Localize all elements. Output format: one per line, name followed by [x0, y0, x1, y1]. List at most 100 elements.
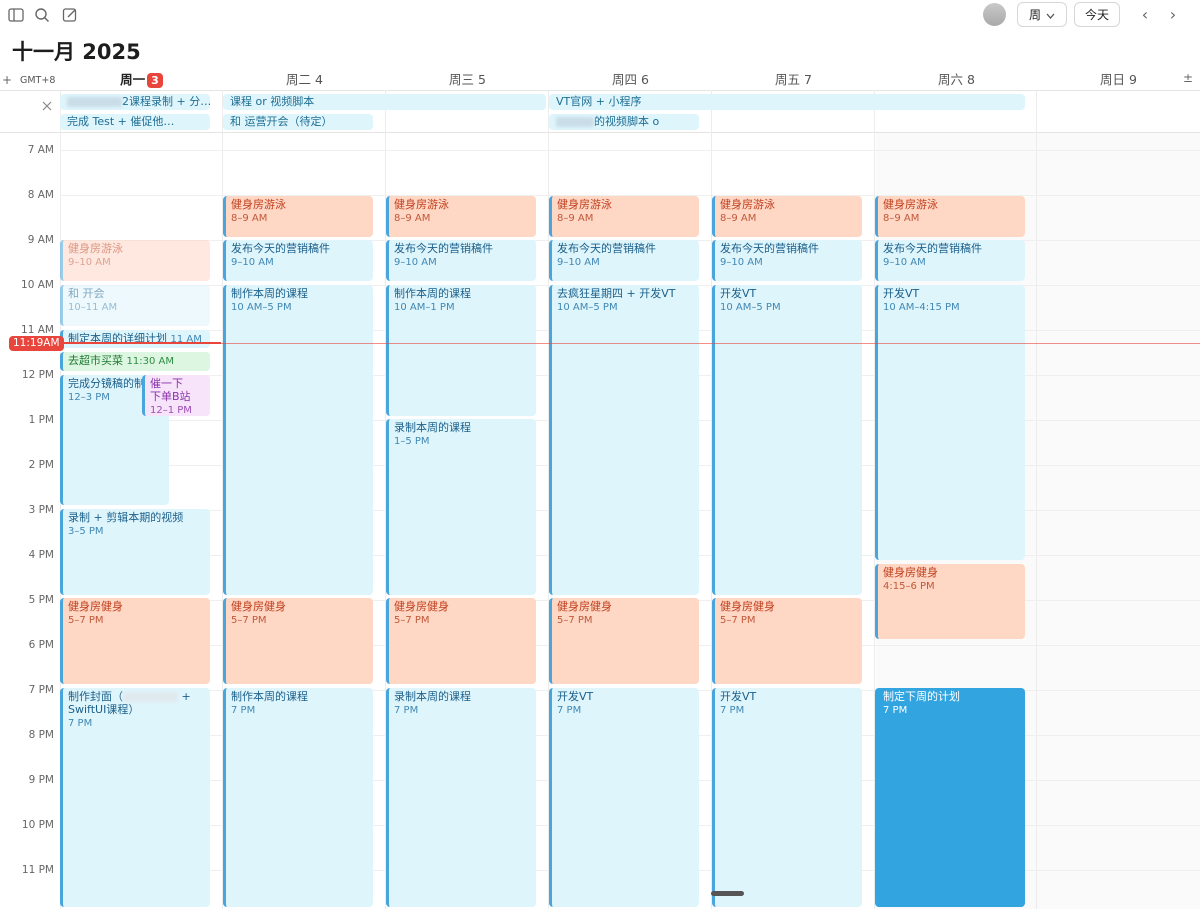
day-num: 5: [478, 72, 486, 87]
today-button[interactable]: 今天: [1074, 2, 1120, 27]
event-block[interactable]: 去疯狂星期四 + 开发VT 10 AM–5 PM: [549, 285, 699, 595]
event-time: 10–11 AM: [68, 302, 118, 313]
event-title: 制作本周的课程: [231, 690, 308, 703]
event-block[interactable]: 制定本周的详细计划 11 AM: [60, 330, 210, 348]
event-block[interactable]: 制作本周的课程 10 AM–5 PM: [223, 285, 373, 595]
allday-event[interactable]: 和 运营开会（待定）: [223, 114, 373, 130]
page-title: 十一月 2025: [12, 40, 141, 64]
allday-event[interactable]: 课程 or 视频脚本: [223, 94, 546, 110]
allday-event-title: 的视频脚本 o: [594, 115, 660, 128]
event-time: 5–7 PM: [720, 615, 756, 626]
event-title-line2: 下单B站: [150, 390, 191, 403]
allday-event[interactable]: 2课程录制 + 分…: [60, 94, 210, 110]
day-label: 周二: [286, 72, 312, 87]
event-title: 发布今天的营销稿件: [883, 242, 982, 255]
event-block[interactable]: 发布今天的营销稿件 9–10 AM: [875, 240, 1025, 281]
search-icon[interactable]: [33, 6, 51, 24]
event-title: 制定下周的计划: [883, 690, 960, 703]
current-time-line: [56, 343, 1200, 344]
event-time: 9–10 AM: [883, 257, 926, 268]
event-block[interactable]: 和 开会 10–11 AM: [60, 285, 210, 326]
view-selector[interactable]: 周: [1017, 2, 1067, 27]
event-block[interactable]: 健身房健身 5–7 PM: [712, 598, 862, 684]
event-block[interactable]: 健身房健身 5–7 PM: [223, 598, 373, 684]
event-block[interactable]: 发布今天的营销稿件 9–10 AM: [712, 240, 862, 281]
hour-label: 10 PM: [21, 819, 54, 831]
event-block[interactable]: 健身房游泳 8–9 AM: [549, 196, 699, 237]
chevron-right-icon[interactable]: ›: [1164, 5, 1182, 24]
event-block[interactable]: 健身房健身 4:15–6 PM: [875, 564, 1025, 639]
avatar[interactable]: [983, 3, 1006, 26]
event-block[interactable]: 录制本周的课程 1–5 PM: [386, 419, 536, 595]
scroll-handle[interactable]: [711, 891, 744, 896]
day-header-sun[interactable]: 周日 9: [1037, 69, 1200, 88]
day-num: 8: [967, 72, 975, 87]
hour-label: 4 PM: [28, 549, 54, 561]
event-block-selected[interactable]: 制定下周的计划 7 PM: [875, 688, 1025, 907]
event-time: 1–5 PM: [394, 436, 430, 447]
event-block[interactable]: 健身房健身 5–7 PM: [549, 598, 699, 684]
day-header-fri[interactable]: 周五 7: [712, 69, 875, 88]
event-block[interactable]: 健身房游泳 8–9 AM: [712, 196, 862, 237]
day-header-tue[interactable]: 周二 4: [223, 69, 386, 88]
day-num: 4: [315, 72, 323, 87]
sidebar-icon[interactable]: [7, 6, 25, 24]
add-timezone-button[interactable]: +: [2, 73, 12, 87]
event-time: 10 AM–1 PM: [394, 302, 455, 313]
event-title: 制作本周的课程: [394, 287, 471, 300]
event-title: 发布今天的营销稿件: [720, 242, 819, 255]
event-time: 7 PM: [883, 705, 908, 716]
event-block[interactable]: 开发VT 10 AM–4:15 PM: [875, 285, 1025, 560]
hour-label: 9 AM: [27, 234, 54, 246]
event-title-row: 去超市买菜 11:30 AM: [68, 354, 210, 368]
event-title: 健身房健身: [883, 566, 938, 579]
event-block[interactable]: 发布今天的营销稿件 9–10 AM: [223, 240, 373, 281]
event-block[interactable]: 制作本周的课程 7 PM: [223, 688, 373, 907]
event-block[interactable]: 催一下 下单B站 12–1 PM: [142, 375, 210, 416]
event-time: 12–1 PM: [150, 405, 192, 416]
hour-line: [60, 150, 1200, 151]
event-time: 7 PM: [231, 705, 256, 716]
event-block[interactable]: 发布今天的营销稿件 9–10 AM: [549, 240, 699, 281]
event-title: 制作封面（: [68, 690, 123, 703]
event-title: 和 开会: [68, 287, 105, 300]
event-block[interactable]: 开发VT 7 PM: [549, 688, 699, 907]
event-time: 5–7 PM: [68, 615, 104, 626]
day-header-thu[interactable]: 周四 6: [549, 69, 712, 88]
hour-label: 7 AM: [27, 144, 54, 156]
event-block[interactable]: 制作本周的课程 10 AM–1 PM: [386, 285, 536, 416]
day-header-sat[interactable]: 周六 8: [875, 69, 1038, 88]
calendar-app: 周 今天 ‹ › 十一月 2025 + GMT+8 ± 周一 3 周二 4 周三 …: [0, 0, 1200, 909]
event-block[interactable]: 健身房游泳 9–10 AM: [60, 240, 210, 281]
allday-event[interactable]: 的视频脚本 o: [549, 114, 699, 130]
event-title: 录制本周的课程: [394, 690, 471, 703]
event-time: 3–5 PM: [68, 526, 104, 537]
timezone-label: GMT+8: [20, 75, 56, 86]
event-block[interactable]: 发布今天的营销稿件 9–10 AM: [386, 240, 536, 281]
event-block[interactable]: 开发VT 7 PM: [712, 688, 862, 907]
event-block[interactable]: 健身房游泳 8–9 AM: [223, 196, 373, 237]
compose-icon[interactable]: [61, 6, 79, 24]
event-block[interactable]: 开发VT 10 AM–5 PM: [712, 285, 862, 595]
event-block[interactable]: 录制 + 剪辑本期的视频 3–5 PM: [60, 509, 210, 595]
chevron-down-icon: [1046, 8, 1055, 22]
chevron-left-icon[interactable]: ‹: [1136, 5, 1154, 24]
day-header-mon[interactable]: 周一 3: [60, 69, 223, 88]
hour-label: 2 PM: [28, 459, 54, 471]
close-x-icon[interactable]: [42, 96, 52, 111]
event-block[interactable]: 健身房游泳 8–9 AM: [386, 196, 536, 237]
event-block[interactable]: 健身房健身 5–7 PM: [386, 598, 536, 684]
event-block[interactable]: 去超市买菜 11:30 AM: [60, 352, 210, 371]
day-header-wed[interactable]: 周三 5: [386, 69, 549, 88]
event-block[interactable]: 录制本周的课程 7 PM: [386, 688, 536, 907]
event-block[interactable]: 健身房健身 5–7 PM: [60, 598, 210, 684]
event-time: 9–10 AM: [68, 257, 111, 268]
event-title: 制作本周的课程: [231, 287, 308, 300]
event-block[interactable]: 健身房游泳 8–9 AM: [875, 196, 1025, 237]
allday-event[interactable]: 完成 Test + 催促他…: [60, 114, 210, 130]
allday-event[interactable]: VT官网 + 小程序: [549, 94, 1025, 110]
weekend-shade: [1037, 133, 1200, 909]
event-title: 健身房健身: [231, 600, 286, 613]
event-block[interactable]: 制作封面（ + SwiftUI课程） 7 PM: [60, 688, 210, 907]
day-label: 周四: [612, 72, 638, 87]
